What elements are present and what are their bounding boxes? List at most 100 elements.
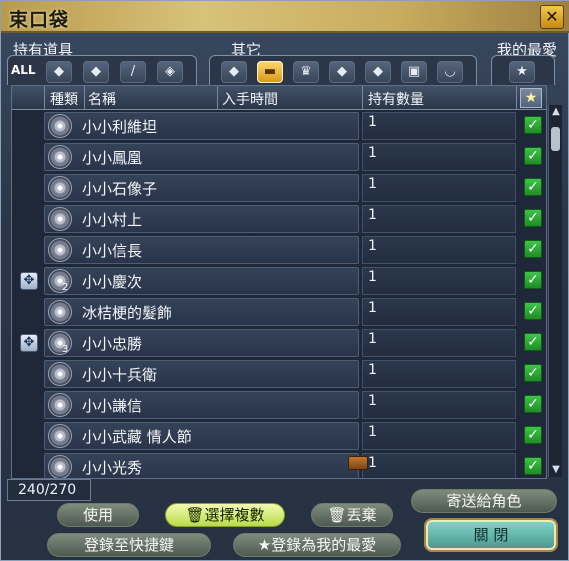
item-quantity-cell[interactable] [362,112,516,140]
scroll-down-icon[interactable]: ▼ [549,463,563,477]
item-name: 小小忠勝 [82,335,143,353]
favorite-checkbox-icon[interactable]: ✓ [524,178,542,196]
item-icon [48,114,72,138]
item-quantity-cell[interactable] [362,143,516,171]
item-quantity: 1 [368,238,377,254]
favorite-checkbox-icon[interactable]: ✓ [524,116,542,134]
treasure-icon[interactable]: ▬ [257,61,283,83]
favorite-checkbox-icon[interactable]: ✓ [524,457,542,475]
favorite-checkbox-icon[interactable]: ✓ [524,426,542,444]
register-favorite-label: 登錄為我的最愛 [271,536,377,554]
pudding-icon[interactable]: ◆ [221,61,247,83]
crown-icon[interactable]: ♛ [293,61,319,83]
move-item-icon[interactable]: ✥ [20,334,38,352]
favorite-checkbox-icon[interactable]: ✓ [524,240,542,258]
item-quantity: 1 [368,114,377,130]
table-row[interactable]: 小小鳳凰 1 ✓ [12,142,546,173]
multi-select-label: 選擇複數 [204,506,265,524]
favorite-checkbox-icon[interactable]: ✓ [524,333,542,351]
use-button[interactable]: 使用 [57,503,139,527]
table-row[interactable]: 小小謙信 1 ✓ [12,390,546,421]
scroll-thumb[interactable] [551,127,560,151]
multi-select-button[interactable]: 🗑選擇複數 [165,503,285,527]
scroll-up-icon[interactable]: ▲ [549,105,563,119]
discard-label: 丟棄 [346,506,377,524]
item-quantity: 1 [368,331,377,347]
item-name: 小小謙信 [82,397,143,415]
item-quantity-cell[interactable] [362,329,516,357]
close-icon[interactable]: ✕ [540,5,564,29]
item-quantity-cell[interactable] [362,298,516,326]
table-row[interactable]: 小小利維坦 1 ✓ [12,111,546,142]
item-name: 小小利維坦 [82,118,158,136]
table-row[interactable]: 小小石像子 1 ✓ [12,173,546,204]
box-icon[interactable]: ▣ [401,61,427,83]
food-icon[interactable]: ◆ [46,61,72,83]
table-row[interactable]: 冰桔梗的髮飾 1 ✓ [12,297,546,328]
item-icon [48,424,72,448]
item-stack-count: 2 [62,282,69,293]
column-quantity[interactable]: 持有數量 [368,89,424,109]
item-quantity: 1 [368,176,377,192]
register-favorite-button[interactable]: ★登錄為我的最愛 [233,533,401,557]
inventory-window: 束口袋 ✕ 持有道具 其它 我的最愛 ALL ◆ ◆ / ◈ ◆ ▬ ♛ ◆ ◆ ▣ ◡ ★ 種類… [0,0,569,561]
item-name: 小小慶次 [82,273,143,291]
column-acquired-time[interactable]: 入手時間 [222,89,278,109]
crystal-icon[interactable]: ◆ [329,61,355,83]
scrollbar[interactable]: ▲ ▼ [548,105,562,477]
item-quantity-cell[interactable] [362,422,516,450]
table-row[interactable]: 小小武藏 情人節 1 ✓ [12,421,546,452]
favorite-column-star-icon[interactable]: ★ [520,88,542,108]
item-name: 小小信長 [82,242,143,260]
item-table: 種類 名稱 入手時間 持有數量 ★ 小小利維坦 1 ✓ 小小鳳凰 1 ✓ 小小石像子 1 ✓ 小小… [11,85,547,479]
table-row[interactable]: ✥ 2 小小慶次 1 ✓ [12,266,546,297]
tab-all[interactable]: ALL [11,63,36,77]
favorite-checkbox-icon[interactable]: ✓ [524,302,542,320]
favorite-checkbox-icon[interactable]: ✓ [524,364,542,382]
sword-icon[interactable]: / [120,61,146,83]
inventory-capacity: 240/270 [7,479,91,501]
window-title: 束口袋 [9,9,70,31]
title-bar[interactable]: 束口袋 ✕ [1,1,569,33]
item-icon [48,393,72,417]
item-quantity-cell[interactable] [362,360,516,388]
column-name[interactable]: 名稱 [88,89,116,109]
item-quantity-cell[interactable] [362,205,516,233]
column-type[interactable]: 種類 [50,89,78,109]
item-quantity-cell[interactable] [362,174,516,202]
item-quantity-cell[interactable] [362,267,516,295]
favorite-checkbox-icon[interactable]: ✓ [524,147,542,165]
move-item-icon[interactable]: ✥ [20,272,38,290]
item-name: 小小武藏 情人節 [82,428,192,446]
scroll-icon[interactable]: ◈ [157,61,183,83]
header-divider [217,86,218,110]
table-row[interactable]: 小小十兵衛 1 ✓ [12,359,546,390]
item-quantity: 1 [368,455,377,471]
favorite-checkbox-icon[interactable]: ✓ [524,271,542,289]
bag-icon[interactable]: ◆ [83,61,109,83]
favorite-star-icon: ★ [257,536,272,554]
bowl-icon[interactable]: ◡ [437,61,463,83]
item-quantity-cell[interactable] [362,236,516,264]
table-header: 種類 名稱 入手時間 持有數量 ★ [12,86,546,110]
table-row[interactable]: 小小光秀 1 ✓ [12,452,546,478]
discard-button[interactable]: 🗑丟棄 [311,503,393,527]
paper-icon[interactable]: ◆ [365,61,391,83]
item-quantity: 1 [368,145,377,161]
favorite-checkbox-icon[interactable]: ✓ [524,209,542,227]
item-quantity-cell[interactable] [362,453,516,478]
item-icon [48,300,72,324]
favorite-checkbox-icon[interactable]: ✓ [524,395,542,413]
close-button[interactable]: 關 閉 [426,520,556,550]
item-icon [48,238,72,262]
table-row[interactable]: 小小村上 1 ✓ [12,204,546,235]
item-quantity: 1 [368,269,377,285]
item-quantity-cell[interactable] [362,391,516,419]
send-to-character-button[interactable]: 寄送給角色 [411,489,557,513]
item-name: 小小村上 [82,211,143,229]
table-row[interactable]: 小小信長 1 ✓ [12,235,546,266]
table-row[interactable]: ✥ 3 小小忠勝 1 ✓ [12,328,546,359]
star-icon[interactable]: ★ [509,61,535,83]
item-icon [48,331,72,355]
register-shortcut-button[interactable]: 登錄至快捷鍵 [47,533,211,557]
